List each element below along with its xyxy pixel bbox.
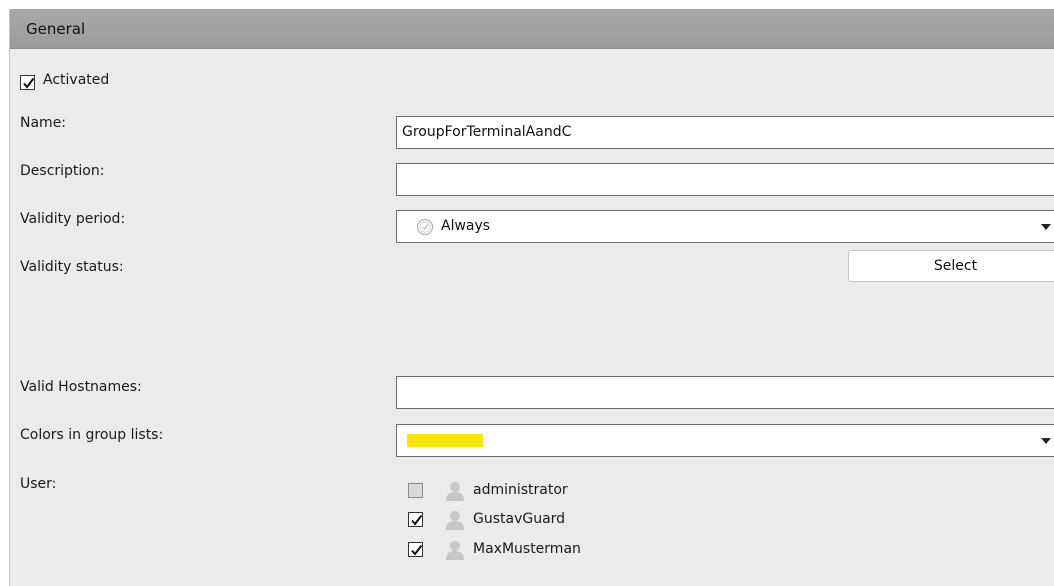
user-name: administrator (473, 482, 568, 498)
valid-hostnames-field[interactable] (396, 376, 1054, 409)
name-value: GroupForTerminalAandC (402, 124, 572, 140)
chevron-down-icon (1041, 438, 1051, 444)
user-avatar-icon (446, 511, 464, 530)
validity-period-value: Always (441, 218, 491, 234)
user-avatar-icon (446, 482, 464, 501)
section-header: General (10, 9, 1054, 49)
validity-period-dropdown[interactable]: Always (396, 210, 1054, 243)
chevron-down-icon (1041, 224, 1051, 230)
checkmark-icon (23, 77, 35, 89)
description-label: Description: (20, 163, 105, 179)
user-checkbox[interactable] (408, 512, 423, 527)
validity-period-label: Validity period: (20, 211, 126, 227)
user-label: User: (20, 476, 57, 492)
user-name: GustavGuard (473, 511, 566, 527)
checkmark-icon (411, 544, 423, 556)
description-field[interactable] (396, 163, 1054, 196)
valid-hostnames-label: Valid Hostnames: (20, 379, 142, 395)
general-panel: General Activated Name: GroupForTerminal… (9, 9, 1054, 586)
user-name: MaxMusterman (473, 541, 581, 557)
name-field[interactable]: GroupForTerminalAandC (396, 116, 1054, 149)
colors-label: Colors in group lists: (20, 427, 164, 443)
activated-label: Activated (43, 72, 110, 88)
color-swatch (407, 434, 483, 447)
checkmark-icon (411, 514, 423, 526)
validity-status-select-button[interactable]: Select (848, 250, 1054, 282)
user-avatar-icon (446, 541, 464, 560)
validity-status-label: Validity status: (20, 259, 124, 275)
user-checkbox[interactable] (408, 483, 423, 498)
activated-checkbox[interactable] (20, 75, 35, 90)
clock-icon (416, 218, 434, 236)
section-title: General (26, 20, 86, 38)
name-label: Name: (20, 115, 67, 131)
user-checkbox[interactable] (408, 542, 423, 557)
colors-dropdown[interactable] (396, 424, 1054, 457)
